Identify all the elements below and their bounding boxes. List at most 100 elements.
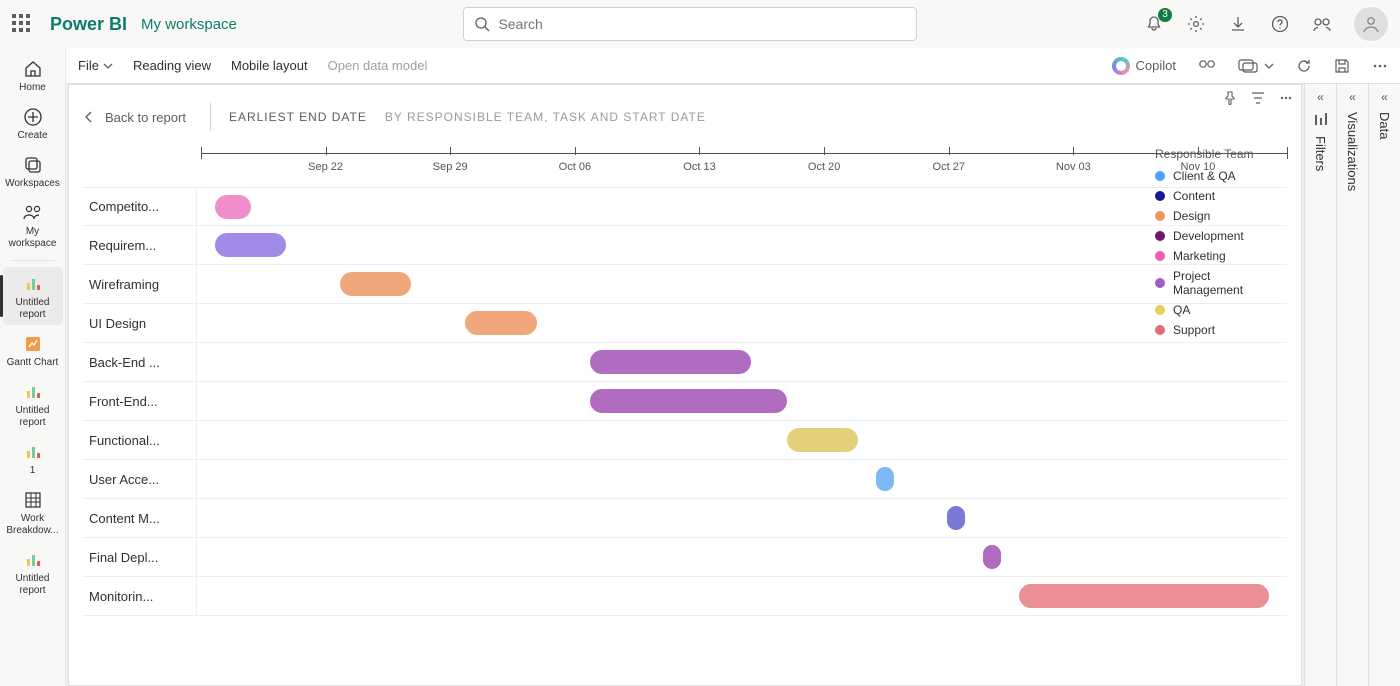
legend-title: Responsible Team: [1155, 147, 1283, 161]
gantt-bar[interactable]: [876, 467, 894, 491]
task-track: [197, 265, 1287, 303]
search-box[interactable]: [463, 7, 917, 41]
gantt-bar[interactable]: [983, 545, 1001, 569]
mobile-layout-button[interactable]: Mobile layout: [231, 58, 308, 73]
nav-item-label: Untitled report: [3, 297, 63, 321]
legend-item[interactable]: Development: [1155, 229, 1283, 243]
filters-pane-collapsed[interactable]: « Filters: [1304, 84, 1336, 686]
gantt-row: Requirem...: [83, 226, 1287, 265]
legend-label: QA: [1173, 303, 1190, 317]
save-button[interactable]: [1334, 58, 1350, 74]
legend: Responsible Team Client & QA Content Desig…: [1155, 147, 1283, 343]
legend-item[interactable]: Content: [1155, 189, 1283, 203]
app-launcher-icon[interactable]: [12, 14, 32, 34]
task-track: [197, 188, 1287, 225]
legend-item[interactable]: Design: [1155, 209, 1283, 223]
gantt-bar[interactable]: [215, 233, 286, 257]
nav-item-label: Work Breakdow...: [3, 513, 63, 537]
refresh-button[interactable]: [1296, 58, 1312, 74]
legend-item[interactable]: QA: [1155, 303, 1283, 317]
report-surface: Back to report EARLIEST END DATE BY RESP…: [68, 84, 1302, 686]
pin-icon[interactable]: [1223, 91, 1237, 108]
nav-item-wbs[interactable]: Work Breakdow...: [3, 483, 63, 541]
task-label: Wireframing: [83, 265, 197, 303]
nav-item-one[interactable]: 1: [3, 435, 63, 481]
gantt-bar[interactable]: [215, 195, 251, 219]
view-button[interactable]: [1238, 59, 1274, 73]
task-track: [197, 538, 1287, 576]
axis-tick-label: Nov 03: [1056, 161, 1091, 173]
nav-item-workspaces[interactable]: Workspaces: [3, 148, 63, 194]
filter-icon[interactable]: [1251, 91, 1265, 108]
axis-tick-label: Oct 27: [933, 161, 965, 173]
copilot-icon: [1112, 57, 1130, 75]
nav-item-myws[interactable]: My workspace: [3, 196, 63, 254]
nav-item-label: Home: [19, 82, 46, 94]
nav-item-untitled2[interactable]: Untitled report: [3, 375, 63, 433]
legend-label: Development: [1173, 229, 1244, 243]
notifications-icon[interactable]: 3: [1144, 14, 1164, 34]
chevron-left-icon: [83, 111, 95, 123]
visualizations-pane-collapsed[interactable]: « Visualizations: [1336, 84, 1368, 686]
expand-icon: «: [1349, 90, 1356, 104]
task-label: Monitorin...: [83, 577, 197, 615]
explore-button[interactable]: [1198, 58, 1216, 74]
bar-icon: [22, 441, 44, 463]
nav-item-label: Gantt Chart: [7, 357, 59, 369]
gantt-bar[interactable]: [590, 389, 787, 413]
legend-label: Client & QA: [1173, 169, 1236, 183]
expand-icon: «: [1317, 90, 1324, 104]
gantt-bar[interactable]: [1019, 584, 1269, 608]
user-avatar[interactable]: [1354, 7, 1388, 41]
legend-label: Project Management: [1173, 269, 1283, 297]
legend-item[interactable]: Support: [1155, 323, 1283, 337]
task-label: Front-End...: [83, 382, 197, 420]
home-icon: [22, 58, 44, 80]
settings-icon[interactable]: [1186, 14, 1206, 34]
time-axis: Sep 22Sep 29Oct 06Oct 13Oct 20Oct 27Nov …: [201, 147, 1287, 183]
back-to-report-button[interactable]: Back to report: [83, 110, 186, 125]
gantt-bar[interactable]: [465, 311, 536, 335]
feedback-icon[interactable]: [1312, 14, 1332, 34]
nav-item-home[interactable]: Home: [3, 52, 63, 98]
gantt-bar[interactable]: [947, 506, 965, 530]
legend-swatch: [1155, 325, 1165, 335]
nav-item-gantt[interactable]: Gantt Chart: [3, 327, 63, 373]
legend-item[interactable]: Client & QA: [1155, 169, 1283, 183]
nav-item-label: Untitled report: [3, 573, 63, 597]
workspace-breadcrumb[interactable]: My workspace: [141, 16, 237, 33]
file-menu[interactable]: File: [78, 58, 113, 73]
nav-item-create[interactable]: Create: [3, 100, 63, 146]
open-data-model-button: Open data model: [328, 58, 428, 73]
reading-view-button[interactable]: Reading view: [133, 58, 211, 73]
search-icon: [474, 16, 490, 32]
visual-more-icon[interactable]: [1279, 91, 1293, 108]
gantt-bar[interactable]: [590, 350, 751, 374]
search-input[interactable]: [498, 16, 906, 32]
download-icon[interactable]: [1228, 14, 1248, 34]
data-pane-collapsed[interactable]: « Data: [1368, 84, 1400, 686]
axis-tick-label: Sep 22: [308, 161, 343, 173]
stack-icon: [22, 154, 44, 176]
brand-label: Power BI: [50, 14, 127, 35]
gantt-bar[interactable]: [340, 272, 411, 296]
legend-swatch: [1155, 191, 1165, 201]
chevron-down-icon: [1264, 61, 1274, 71]
copilot-button[interactable]: Copilot: [1112, 57, 1176, 75]
gantt-row: User Acce...: [83, 460, 1287, 499]
task-label: User Acce...: [83, 460, 197, 498]
task-track: [197, 577, 1287, 615]
gantt-bar[interactable]: [787, 428, 858, 452]
task-label: Competito...: [83, 188, 197, 225]
legend-item[interactable]: Project Management: [1155, 269, 1283, 297]
task-label: Requirem...: [83, 226, 197, 264]
legend-item[interactable]: Marketing: [1155, 249, 1283, 263]
more-options-button[interactable]: [1372, 58, 1388, 74]
nav-item-untitled1[interactable]: Untitled report: [3, 267, 63, 325]
help-icon[interactable]: [1270, 14, 1290, 34]
legend-swatch: [1155, 171, 1165, 181]
gantt-row: UI Design: [83, 304, 1287, 343]
task-label: Functional...: [83, 421, 197, 459]
plus-circle-icon: [22, 106, 44, 128]
nav-item-untitled3[interactable]: Untitled report: [3, 543, 63, 601]
